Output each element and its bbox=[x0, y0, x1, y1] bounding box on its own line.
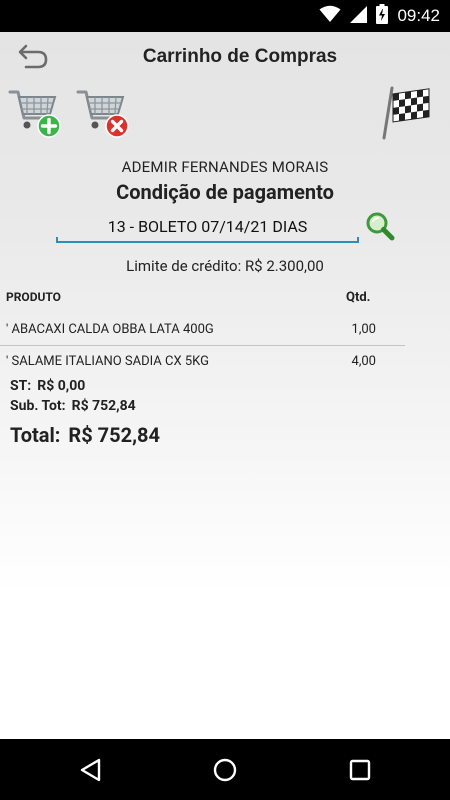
home-circle-icon bbox=[213, 758, 237, 782]
signal-icon bbox=[350, 5, 368, 27]
add-to-cart-button[interactable] bbox=[8, 84, 63, 140]
row-qty: 1,00 bbox=[351, 322, 376, 337]
battery-icon bbox=[376, 4, 389, 28]
table-row[interactable]: ' SALAME ITALIANO SADIA CX 5KG 4,00 bbox=[0, 348, 405, 378]
screen-title: Carrinho de Compras bbox=[142, 46, 338, 67]
st-total: ST: R$ 0,00 bbox=[10, 378, 85, 394]
payment-condition-field[interactable]: 13 - BOLETO 07/14/21 DIAS bbox=[56, 214, 359, 243]
checkered-flag-icon bbox=[382, 86, 430, 140]
subtotal-label: Sub. Tot: bbox=[10, 398, 66, 414]
status-bar: 09:42 bbox=[0, 0, 450, 32]
recents-square-icon bbox=[349, 759, 371, 781]
row-product: ' ABACAXI CALDA OBBA LATA 400G bbox=[6, 322, 214, 337]
nav-recents-button[interactable] bbox=[345, 755, 375, 785]
nav-back-button[interactable] bbox=[76, 755, 106, 785]
remove-from-cart-button[interactable] bbox=[76, 84, 131, 140]
finish-order-button[interactable] bbox=[378, 82, 434, 140]
navigation-bar bbox=[0, 739, 450, 800]
row-product: ' SALAME ITALIANO SADIA CX 5KG bbox=[6, 354, 209, 369]
column-header-product: PRODUTO bbox=[6, 290, 61, 304]
back-triangle-icon bbox=[80, 758, 101, 782]
st-value: R$ 0,00 bbox=[37, 378, 86, 394]
cart-remove-icon bbox=[76, 90, 129, 138]
st-label: ST: bbox=[10, 378, 32, 394]
subtotal: Sub. Tot: R$ 752,84 bbox=[10, 398, 136, 414]
cart-add-icon bbox=[8, 90, 61, 138]
row-qty: 4,00 bbox=[351, 354, 376, 369]
action-bar: Carrinho de Compras bbox=[0, 32, 450, 82]
column-header-qty: Qtd. bbox=[346, 290, 371, 305]
subtotal-value: R$ 752,84 bbox=[71, 398, 136, 414]
grand-total: Total: R$ 752,84 bbox=[10, 423, 160, 447]
client-name: ADEMIR FERNANDES MORAIS bbox=[121, 158, 329, 176]
total-label: Total: bbox=[10, 423, 61, 447]
credit-limit: Limite de crédito: R$ 2.300,00 bbox=[126, 257, 324, 275]
clock: 09:42 bbox=[397, 6, 440, 25]
total-value: R$ 752,84 bbox=[68, 423, 160, 447]
wifi-icon bbox=[319, 5, 341, 27]
nav-home-button[interactable] bbox=[210, 755, 240, 785]
payment-heading: Condição de pagamento bbox=[116, 180, 334, 204]
search-icon bbox=[366, 212, 395, 241]
search-payment-button[interactable] bbox=[364, 210, 396, 242]
table-row[interactable]: ' ABACAXI CALDA OBBA LATA 400G 1,00 bbox=[0, 316, 405, 346]
main-content: Carrinho de Compras ADEMIR FERNANDES MOR… bbox=[0, 32, 450, 739]
